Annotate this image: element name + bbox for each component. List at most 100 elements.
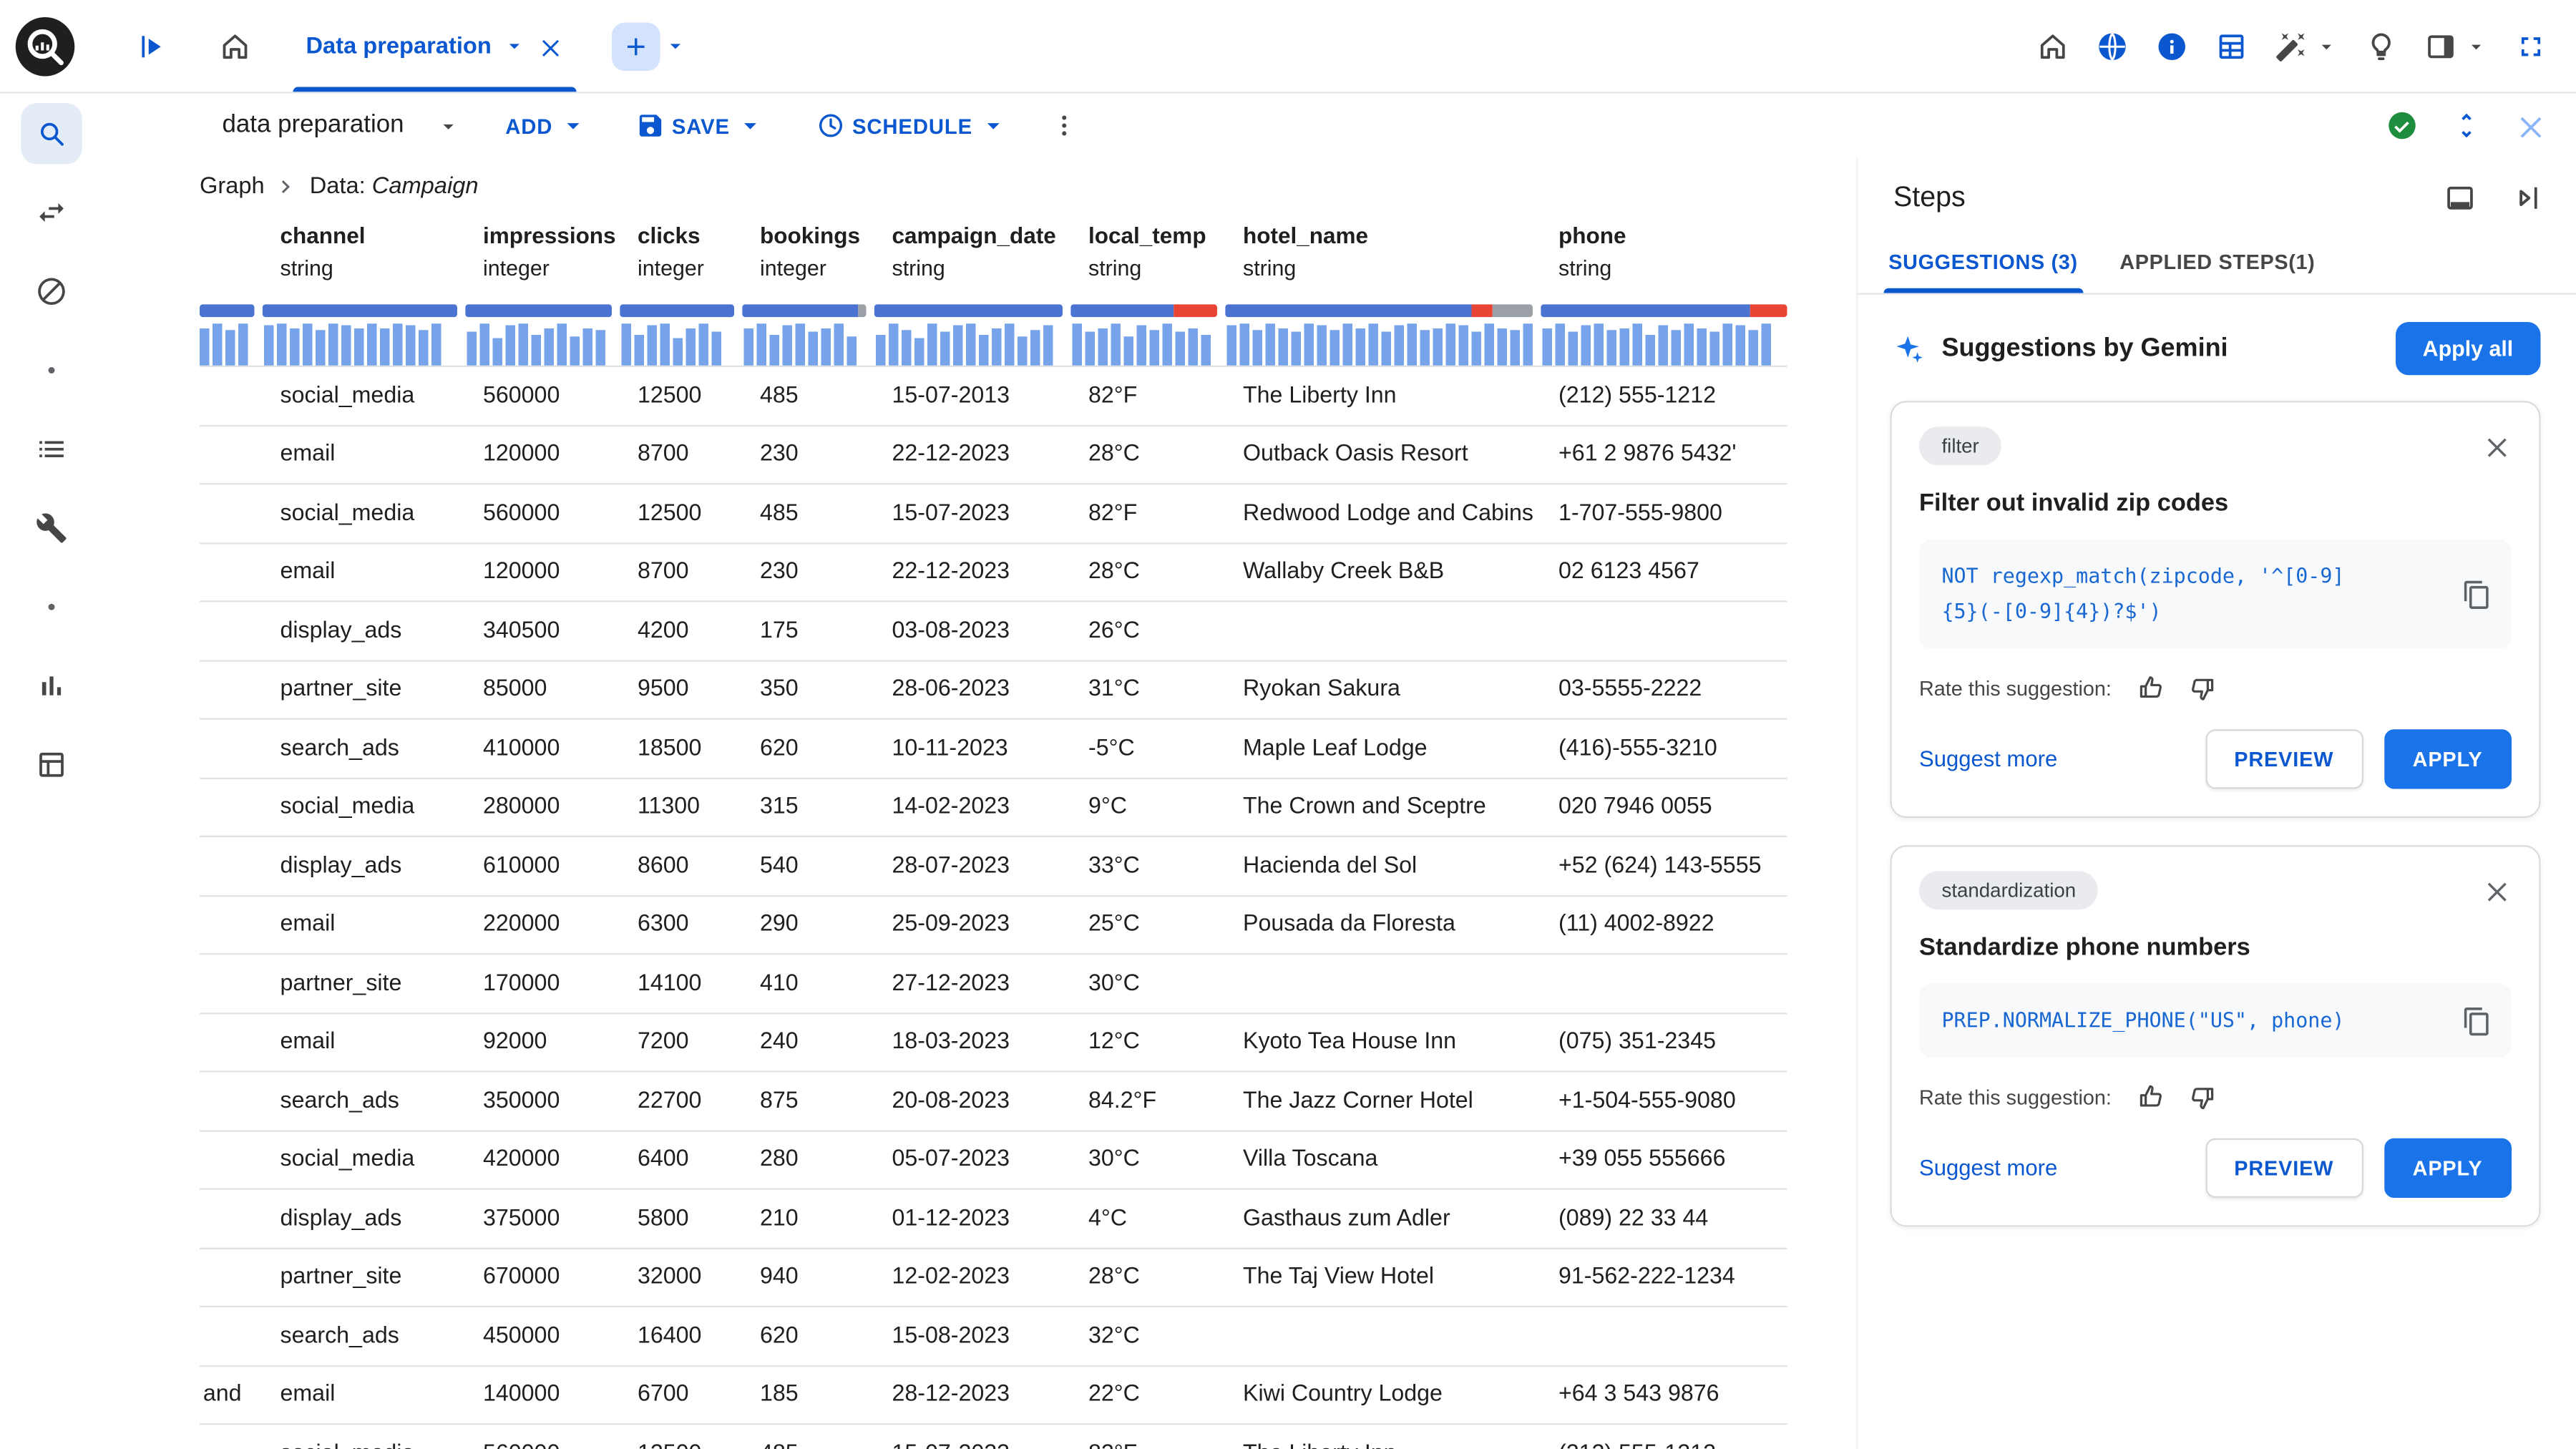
cell-phone[interactable]: +61 2 9876 5432': [1541, 426, 1787, 483]
cell-local_temp[interactable]: 26°C: [1070, 602, 1225, 660]
add-button[interactable]: ADD: [505, 111, 588, 140]
cell-clicks[interactable]: 6400: [620, 1131, 742, 1189]
cell-channel[interactable]: partner_site: [263, 661, 466, 718]
thumb-up-icon[interactable]: [2134, 1082, 2165, 1113]
rail-item-search[interactable]: [20, 103, 82, 165]
cell-campaign_date[interactable]: 14-02-2023: [874, 779, 1071, 836]
cell-impressions[interactable]: 120000: [465, 426, 620, 483]
cell-channel[interactable]: display_ads: [263, 1190, 466, 1247]
apply-button[interactable]: APPLY: [2384, 1138, 2512, 1199]
cell-partial[interactable]: and: [200, 1366, 263, 1423]
cell-channel[interactable]: social_media: [263, 1425, 466, 1449]
thumb-up-icon[interactable]: [2134, 673, 2165, 704]
cell-channel[interactable]: email: [263, 1013, 466, 1070]
cell-clicks[interactable]: 22700: [620, 1073, 742, 1130]
cell-channel[interactable]: email: [263, 543, 466, 600]
cell-bookings[interactable]: 315: [742, 779, 874, 836]
cell-partial[interactable]: [200, 484, 263, 542]
cell-phone[interactable]: (075) 351-2345: [1541, 1013, 1787, 1070]
cell-campaign_date[interactable]: 15-07-2023: [874, 484, 1071, 542]
cell-clicks[interactable]: 4200: [620, 602, 742, 660]
cell-bookings[interactable]: 350: [742, 661, 874, 718]
column-header-clicks[interactable]: clicks: [620, 223, 742, 256]
column-type-partial[interactable]: [200, 256, 263, 298]
histogram-channel[interactable]: [263, 323, 466, 366]
column-type-impressions[interactable]: integer: [465, 256, 620, 298]
quality-bar-phone[interactable]: [1541, 304, 1787, 318]
cell-hotel_name[interactable]: Wallaby Creek B&B: [1225, 543, 1541, 600]
cell-bookings[interactable]: 210: [742, 1190, 874, 1247]
cell-hotel_name[interactable]: The Jazz Corner Hotel: [1225, 1073, 1541, 1130]
cell-campaign_date[interactable]: 22-12-2023: [874, 426, 1071, 483]
dock-bottom-icon[interactable]: [2444, 181, 2477, 213]
cell-partial[interactable]: [200, 896, 263, 953]
cell-impressions[interactable]: 170000: [465, 955, 620, 1012]
cell-local_temp[interactable]: 33°C: [1070, 837, 1225, 894]
cell-campaign_date[interactable]: 20-08-2023: [874, 1073, 1071, 1130]
tab-data-preparation[interactable]: Data preparation: [287, 0, 584, 92]
layout-dropdown-icon[interactable]: [2465, 34, 2488, 57]
cell-hotel_name[interactable]: Pousada da Floresta: [1225, 896, 1541, 953]
cell-bookings[interactable]: 240: [742, 1013, 874, 1070]
histogram-impressions[interactable]: [465, 323, 620, 366]
cell-channel[interactable]: display_ads: [263, 602, 466, 660]
cell-campaign_date[interactable]: 15-07-2023: [874, 1425, 1071, 1449]
globe-icon[interactable]: [2097, 30, 2129, 62]
cell-phone[interactable]: +39 055 555666: [1541, 1131, 1787, 1189]
cell-clicks[interactable]: 8700: [620, 543, 742, 600]
document-title-group[interactable]: data preparation: [223, 111, 461, 140]
cell-partial[interactable]: [200, 1131, 263, 1189]
cell-bookings[interactable]: 230: [742, 543, 874, 600]
thumb-down-icon[interactable]: [2187, 673, 2218, 704]
cell-impressions[interactable]: 350000: [465, 1073, 620, 1130]
cell-impressions[interactable]: 450000: [465, 1307, 620, 1365]
info-icon[interactable]: [2156, 30, 2188, 62]
cell-channel[interactable]: social_media: [263, 484, 466, 542]
column-type-hotel_name[interactable]: string: [1225, 256, 1541, 298]
quality-bar-channel[interactable]: [262, 304, 466, 318]
cell-hotel_name[interactable]: [1225, 602, 1541, 660]
unfold-icon[interactable]: [2451, 109, 2483, 142]
column-type-local_temp[interactable]: string: [1070, 256, 1225, 298]
cell-local_temp[interactable]: 30°C: [1070, 1131, 1225, 1189]
cell-phone[interactable]: (11) 4002-8922: [1541, 896, 1787, 953]
cell-local_temp[interactable]: 28°C: [1070, 426, 1225, 483]
cell-clicks[interactable]: 11300: [620, 779, 742, 836]
cell-hotel_name[interactable]: Kyoto Tea House Inn: [1225, 1013, 1541, 1070]
histogram-clicks[interactable]: [620, 323, 742, 366]
rail-item-dot-6[interactable]: [20, 577, 82, 638]
cell-channel[interactable]: search_ads: [263, 1307, 466, 1365]
collapse-panel-icon[interactable]: [2512, 181, 2544, 213]
quality-bar-local_temp[interactable]: [1070, 304, 1225, 318]
column-header-bookings[interactable]: bookings: [742, 223, 874, 256]
cell-clicks[interactable]: 12500: [620, 367, 742, 424]
cell-impressions[interactable]: 140000: [465, 1366, 620, 1423]
cell-local_temp[interactable]: 22°C: [1070, 1366, 1225, 1423]
cell-impressions[interactable]: 610000: [465, 837, 620, 894]
cell-campaign_date[interactable]: 28-12-2023: [874, 1366, 1071, 1423]
histogram-local_temp[interactable]: [1070, 323, 1225, 366]
cell-hotel_name[interactable]: Villa Toscana: [1225, 1131, 1541, 1189]
cell-partial[interactable]: [200, 661, 263, 718]
cell-campaign_date[interactable]: 15-08-2023: [874, 1307, 1071, 1365]
quality-bar-campaign_date[interactable]: [874, 304, 1071, 318]
cell-channel[interactable]: email: [263, 896, 466, 953]
cell-bookings[interactable]: 230: [742, 426, 874, 483]
quality-bar-partial[interactable]: [200, 304, 263, 318]
cell-channel[interactable]: search_ads: [263, 1073, 466, 1130]
cell-clicks[interactable]: 6300: [620, 896, 742, 953]
cell-phone[interactable]: +1-504-555-9080: [1541, 1073, 1787, 1130]
rail-item-chart[interactable]: [20, 655, 82, 717]
cell-partial[interactable]: [200, 1425, 263, 1449]
cell-phone[interactable]: 1-707-555-9800: [1541, 484, 1787, 542]
cell-impressions[interactable]: 280000: [465, 779, 620, 836]
column-header-local_temp[interactable]: local_temp: [1070, 223, 1225, 256]
cell-bookings[interactable]: 290: [742, 896, 874, 953]
cell-clicks[interactable]: 16400: [620, 1307, 742, 1365]
cell-partial[interactable]: [200, 367, 263, 424]
cell-channel[interactable]: email: [263, 1366, 466, 1423]
cell-clicks[interactable]: 8600: [620, 837, 742, 894]
rail-item-block[interactable]: [20, 261, 82, 323]
cell-campaign_date[interactable]: 15-07-2013: [874, 367, 1071, 424]
cell-clicks[interactable]: 18500: [620, 720, 742, 777]
